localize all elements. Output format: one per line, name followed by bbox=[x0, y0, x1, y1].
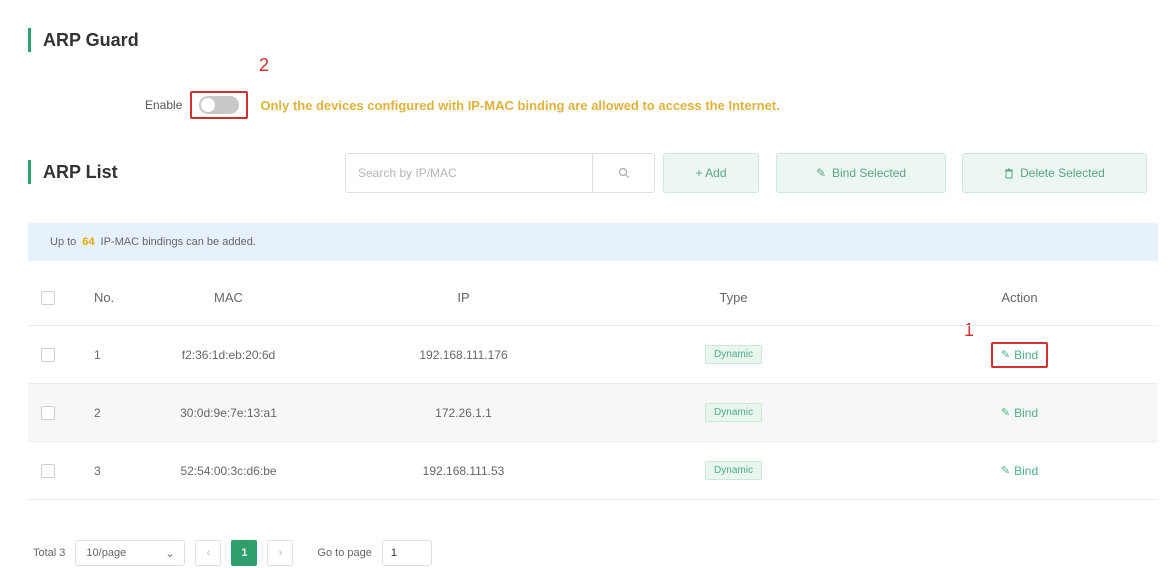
search-button[interactable] bbox=[592, 154, 654, 192]
type-badge: Dynamic bbox=[705, 403, 762, 422]
info-prefix: Up to bbox=[50, 236, 77, 248]
chevron-left-icon: ‹ bbox=[206, 547, 211, 559]
info-suffix: IP-MAC bindings can be added. bbox=[100, 236, 256, 248]
annotation-marker-2: 2 bbox=[259, 55, 270, 75]
enable-label: Enable bbox=[145, 98, 183, 112]
pencil-icon: ✎ bbox=[1000, 465, 1011, 477]
table-row: 3 52:54:00:3c:d6:be 192.168.111.53 Dynam… bbox=[28, 442, 1158, 500]
total-count: Total 3 bbox=[33, 547, 66, 559]
header-no: No. bbox=[94, 290, 115, 305]
info-count: 64 bbox=[82, 236, 95, 248]
table-row: 1 f2:36:1d:eb:20:6d 192.168.111.176 Dyna… bbox=[28, 326, 1158, 384]
arp-guard-note: Only the devices configured with IP-MAC … bbox=[260, 97, 780, 113]
toggle-highlight-box bbox=[190, 91, 249, 119]
search-input[interactable] bbox=[346, 154, 592, 192]
page-number-button[interactable]: 1 bbox=[231, 540, 258, 566]
row-ip: 192.168.111.53 bbox=[422, 463, 505, 478]
header-mac: MAC bbox=[214, 290, 243, 305]
bind-selected-label: Bind Selected bbox=[832, 166, 907, 180]
page-size-value: 10/page bbox=[86, 547, 127, 559]
header-action: Action bbox=[1001, 290, 1038, 305]
goto-label: Go to page bbox=[317, 547, 372, 559]
toggle-knob bbox=[201, 98, 216, 112]
delete-selected-button[interactable]: Delete Selected bbox=[962, 153, 1147, 193]
row-checkbox[interactable] bbox=[41, 347, 55, 362]
pencil-icon: ✎ bbox=[815, 166, 826, 180]
add-button-label: + Add bbox=[695, 166, 727, 180]
goto-page-input[interactable] bbox=[381, 540, 432, 566]
trash-icon bbox=[1005, 168, 1014, 178]
header-type: Type bbox=[719, 290, 748, 305]
row-checkbox[interactable] bbox=[41, 405, 55, 420]
arp-list-title: ARP List bbox=[28, 160, 118, 184]
bind-link-label: Bind bbox=[1014, 405, 1039, 420]
add-button[interactable]: + Add bbox=[663, 153, 759, 193]
bind-link[interactable]: ✎ Bind bbox=[993, 402, 1046, 424]
row-no: 3 bbox=[94, 463, 101, 478]
row-checkbox[interactable] bbox=[41, 463, 55, 478]
row-mac: 30:0d:9e:7e:13:a1 bbox=[180, 405, 277, 420]
row-no: 1 bbox=[94, 347, 101, 362]
type-badge: Dynamic bbox=[705, 345, 762, 364]
prev-page-button[interactable]: ‹ bbox=[195, 540, 222, 566]
type-badge: Dynamic bbox=[705, 461, 762, 480]
chevron-right-icon: › bbox=[278, 547, 283, 559]
bind-link[interactable]: ✎ Bind bbox=[990, 341, 1049, 368]
chevron-down-icon: ⌄ bbox=[165, 547, 175, 560]
pagination: Total 3 10/page ⌄ ‹ 1 › Go to page bbox=[33, 538, 432, 568]
pencil-icon: ✎ bbox=[1000, 349, 1011, 361]
arp-table: No. MAC IP Type Action 1 f2:36:1d:eb:20:… bbox=[28, 270, 1158, 500]
row-mac: 52:54:00:3c:d6:be bbox=[180, 463, 277, 478]
bind-selected-button[interactable]: ✎ Bind Selected bbox=[776, 153, 946, 193]
select-all-checkbox[interactable] bbox=[41, 290, 55, 305]
row-ip: 192.168.111.176 bbox=[419, 347, 508, 362]
search-icon bbox=[618, 167, 629, 178]
bind-link[interactable]: ✎ Bind bbox=[993, 460, 1046, 482]
arp-guard-toggle[interactable] bbox=[199, 96, 240, 114]
row-ip: 172.26.1.1 bbox=[435, 405, 492, 420]
pencil-icon: ✎ bbox=[1000, 407, 1011, 419]
header-ip: IP bbox=[457, 290, 470, 305]
delete-selected-label: Delete Selected bbox=[1020, 166, 1105, 180]
bind-link-label: Bind bbox=[1014, 347, 1039, 362]
table-header: No. MAC IP Type Action bbox=[28, 270, 1158, 326]
binding-limit-info: Up to 64 IP-MAC bindings can be added. bbox=[28, 223, 1158, 261]
enable-row: Enable Only the devices configured with … bbox=[145, 91, 780, 119]
page-size-select[interactable]: 10/page ⌄ bbox=[75, 540, 186, 566]
row-mac: f2:36:1d:eb:20:6d bbox=[181, 347, 276, 362]
next-page-button[interactable]: › bbox=[267, 540, 294, 566]
bind-link-label: Bind bbox=[1014, 463, 1039, 478]
table-row: 2 30:0d:9e:7e:13:a1 172.26.1.1 Dynamic ✎… bbox=[28, 384, 1158, 442]
search-box bbox=[345, 153, 655, 193]
row-no: 2 bbox=[94, 405, 101, 420]
arp-guard-title: ARP Guard bbox=[28, 28, 139, 52]
